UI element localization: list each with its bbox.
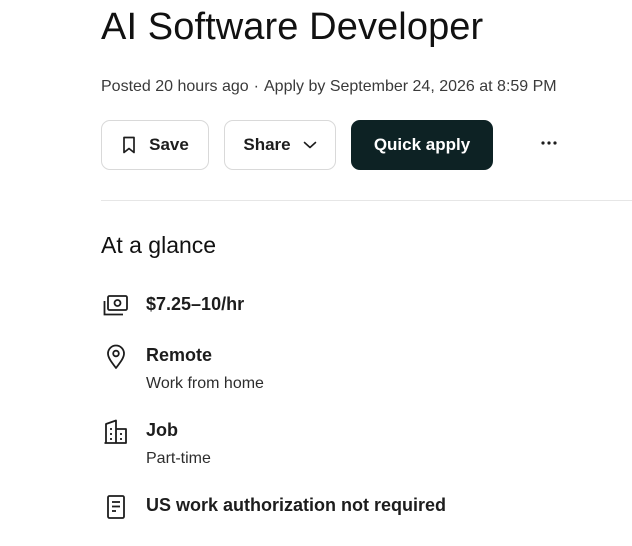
section-divider — [101, 200, 632, 201]
posted-time: Posted 20 hours ago — [101, 78, 249, 95]
save-button[interactable]: Save — [101, 120, 209, 170]
share-button[interactable]: Share — [224, 120, 336, 170]
location-pin-icon — [101, 342, 131, 372]
chevron-down-icon — [303, 140, 317, 150]
bookmark-icon — [121, 136, 137, 154]
share-label: Share — [243, 135, 291, 154]
job-schedule: Part-time — [146, 450, 211, 467]
apply-deadline: Apply by September 24, 2026 at 8:59 PM — [264, 78, 557, 95]
ellipsis-icon — [540, 133, 558, 151]
quick-apply-label: Quick apply — [373, 135, 471, 154]
at-a-glance-heading: At a glance — [101, 232, 217, 258]
building-icon — [101, 417, 131, 447]
job-posting-page: AI Software Developer Posted 20 hours ag… — [0, 0, 632, 546]
location-type: Remote — [146, 345, 213, 365]
money-icon — [101, 291, 131, 321]
save-label: Save — [149, 135, 189, 154]
posting-meta: Posted 20 hours ago · Apply by September 2… — [101, 78, 557, 96]
more-options-button[interactable] — [535, 128, 563, 156]
pay-range: $7.25–10/hr — [146, 294, 245, 314]
meta-separator: · — [253, 78, 259, 95]
job-category: Job — [146, 420, 179, 440]
quick-apply-button[interactable]: Quick apply — [351, 120, 493, 170]
work-authorization-text: US work authorization not required — [146, 495, 447, 515]
location-detail: Work from home — [146, 375, 264, 392]
document-icon — [101, 492, 131, 522]
job-title: AI Software Developer — [101, 6, 484, 48]
